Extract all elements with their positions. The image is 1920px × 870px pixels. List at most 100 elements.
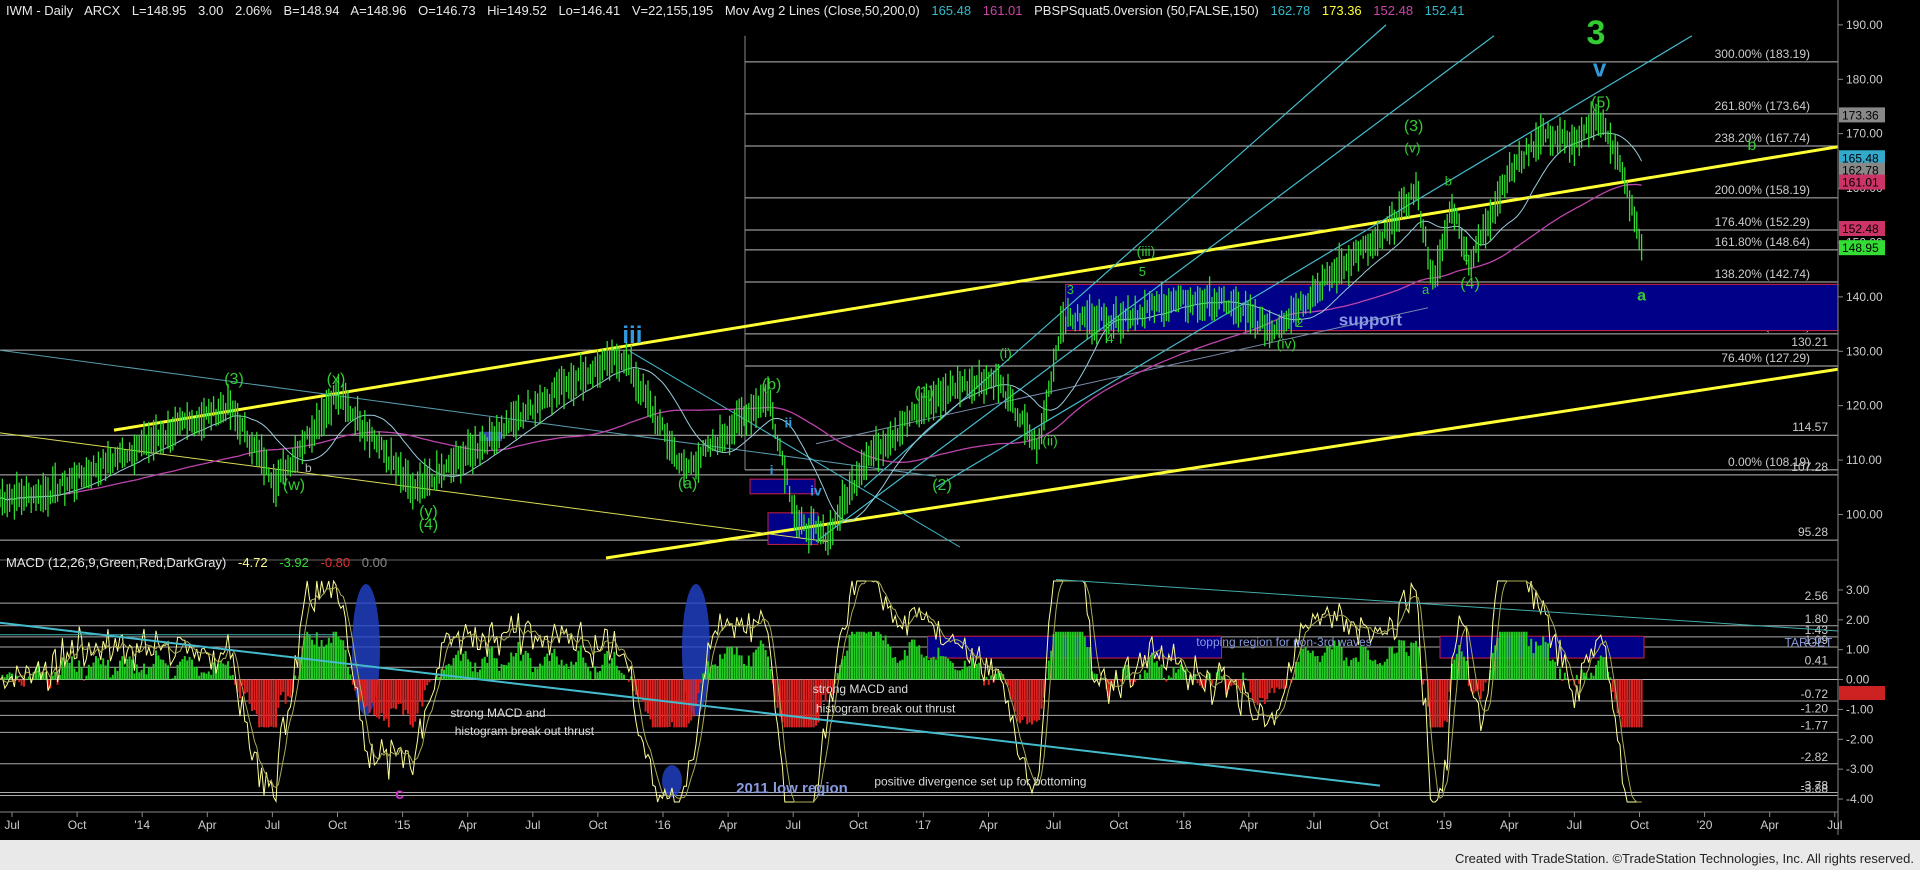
macd-annotation: 2011 low region bbox=[736, 780, 848, 797]
last-price-marker-label: 152.48 bbox=[1842, 222, 1879, 236]
fib-label: 138.20% (142.74) bbox=[1715, 267, 1810, 281]
macd-value-4: 0.00 bbox=[361, 555, 388, 570]
pbs-value-3: 152.48 bbox=[1373, 3, 1414, 18]
low-price: Lo=146.41 bbox=[558, 3, 621, 18]
time-tick-label: Jul bbox=[4, 818, 19, 832]
wave-label: (5) bbox=[1591, 95, 1611, 112]
macd-annotation: strong MACD and bbox=[813, 682, 908, 696]
time-tick-label: '16 bbox=[655, 818, 671, 832]
macd-indicator-name: MACD (12,26,9,Green,Red,DarkGray) bbox=[6, 555, 227, 570]
macd-tick-label: -4.00 bbox=[1846, 792, 1874, 806]
price-panel: 300.00% (183.19) 261.80% (173.64) 238.20% … bbox=[0, 0, 1920, 870]
last-price-marker-label: 173.36 bbox=[1842, 108, 1879, 122]
time-tick-label: '20 bbox=[1697, 818, 1713, 832]
wave-label: iv bbox=[810, 482, 822, 498]
wave-label: (3) bbox=[1404, 118, 1424, 135]
time-tick-label: Jul bbox=[1306, 818, 1321, 832]
level-label: 114.57 bbox=[1792, 420, 1828, 434]
time-tick-label: '19 bbox=[1436, 818, 1452, 832]
time-tick-label: '14 bbox=[134, 818, 150, 832]
wave-label: (w) bbox=[283, 477, 305, 494]
mavg-indicator-name: Mov Avg 2 Lines (Close,50,200,0) bbox=[724, 3, 920, 18]
macd-value-1: -4.72 bbox=[237, 555, 268, 570]
wave-label: (x) bbox=[327, 371, 346, 388]
macd-tick-label: -2.00 bbox=[1846, 732, 1874, 746]
wave-label: (v) bbox=[1404, 140, 1420, 156]
wave-label: 3 bbox=[1587, 14, 1606, 52]
wave-label: v bbox=[1593, 56, 1607, 83]
fib-label: 238.20% (167.74) bbox=[1715, 131, 1810, 145]
macd-annotation: TARGET bbox=[1785, 636, 1833, 650]
pbs-value-1: 162.78 bbox=[1270, 3, 1311, 18]
time-tick-label: '18 bbox=[1176, 818, 1192, 832]
change-percent: 2.06% bbox=[234, 3, 272, 18]
time-tick-label: Apr bbox=[1500, 818, 1519, 832]
macd-value-2: -3.92 bbox=[279, 555, 309, 570]
time-tick-label: Oct bbox=[1370, 818, 1389, 832]
wave-label: (iii) bbox=[1137, 243, 1156, 259]
symbol-header: IWM - Daily ARCX L=148.95 3.00 2.06% B=1… bbox=[6, 3, 1472, 18]
macd-last-marker bbox=[1839, 685, 1885, 700]
last-price-marker-label: 148.95 bbox=[1842, 241, 1879, 255]
wave-label: (3) bbox=[224, 371, 244, 388]
wave2-box bbox=[749, 478, 816, 495]
wave-label: i bbox=[770, 462, 774, 478]
macd-annotation: histogram break out thrust bbox=[455, 724, 595, 738]
copyright-footer: Created with TradeStation. ©TradeStation… bbox=[1454, 851, 1914, 866]
wave-label: (4) bbox=[1460, 276, 1480, 293]
wave-label: (b) bbox=[762, 376, 782, 393]
macd-annotation: c bbox=[395, 786, 404, 803]
price-tick-label: 100.00 bbox=[1846, 507, 1883, 521]
time-tick-label: Jul bbox=[265, 818, 280, 832]
time-tick-label: '15 bbox=[395, 818, 411, 832]
time-tick-label: Jul bbox=[1827, 818, 1842, 832]
fib-label: 200.00% (158.19) bbox=[1715, 183, 1810, 197]
high-price: Hi=149.52 bbox=[487, 3, 547, 18]
wave-label: (1) bbox=[914, 385, 934, 402]
macd-level-label: 0.41 bbox=[1805, 653, 1829, 667]
time-tick-label: Oct bbox=[849, 818, 868, 832]
ask-price: A=148.96 bbox=[350, 3, 407, 18]
macd-annotation: strong MACD and bbox=[450, 706, 545, 720]
time-tick-label: Oct bbox=[1630, 818, 1649, 832]
time-tick-label: Apr bbox=[719, 818, 738, 832]
time-tick-label: Oct bbox=[1109, 818, 1128, 832]
level-label: 130.21 bbox=[1791, 335, 1828, 349]
symbol-name: IWM - Daily bbox=[6, 3, 74, 18]
macd-annotation: positive divergence set up for bottoming bbox=[874, 775, 1086, 789]
price-chart[interactable]: 300.00% (183.19) 261.80% (173.64) 238.20% … bbox=[0, 0, 1920, 870]
mavg-value-1: 165.48 bbox=[931, 3, 972, 18]
wave-label: b bbox=[305, 461, 312, 475]
wave-label: b bbox=[1445, 173, 1452, 188]
time-tick-label: Oct bbox=[68, 818, 87, 832]
level-label: 95.28 bbox=[1798, 525, 1828, 539]
macd-tick-label: -3.00 bbox=[1846, 762, 1874, 776]
macd-value-3: -0.80 bbox=[320, 555, 351, 570]
macd-level-label: -0.72 bbox=[1801, 687, 1829, 701]
macd-tick-label: 0.00 bbox=[1846, 673, 1870, 687]
wave-label: a bbox=[1637, 288, 1646, 305]
macd-tick-label: 2.00 bbox=[1846, 613, 1870, 627]
pbs-value-2: 173.36 bbox=[1321, 3, 1362, 18]
mavg-value-2: 161.01 bbox=[982, 3, 1023, 18]
wave-label: a bbox=[1422, 282, 1430, 297]
macd-level-label: -3.88 bbox=[1801, 781, 1829, 795]
wave-label: (iv) bbox=[1277, 336, 1296, 352]
time-tick-label: Apr bbox=[1760, 818, 1779, 832]
wave-label: (a) bbox=[678, 475, 698, 492]
macd-tick-label: -1.00 bbox=[1846, 702, 1874, 716]
macd-annotation: topping region for non-3rd waves bbox=[1196, 635, 1371, 649]
level-label: 107.28 bbox=[1791, 460, 1828, 474]
volume: V=22,155,195 bbox=[631, 3, 714, 18]
fib-label: 261.80% (173.64) bbox=[1715, 99, 1810, 113]
price-tick-label: 130.00 bbox=[1846, 344, 1883, 358]
fib-label: 176.40% (152.29) bbox=[1715, 215, 1810, 229]
price-tick-label: 120.00 bbox=[1846, 399, 1883, 413]
last-price: L=148.95 bbox=[131, 3, 187, 18]
time-tick-label: '17 bbox=[916, 818, 932, 832]
time-tick-label: Jul bbox=[1567, 818, 1582, 832]
fib-label: 300.00% (183.19) bbox=[1715, 47, 1810, 61]
wave-label: 3 bbox=[1067, 282, 1074, 297]
time-tick-label: Jul bbox=[525, 818, 540, 832]
wave-label: (4) bbox=[419, 517, 439, 534]
